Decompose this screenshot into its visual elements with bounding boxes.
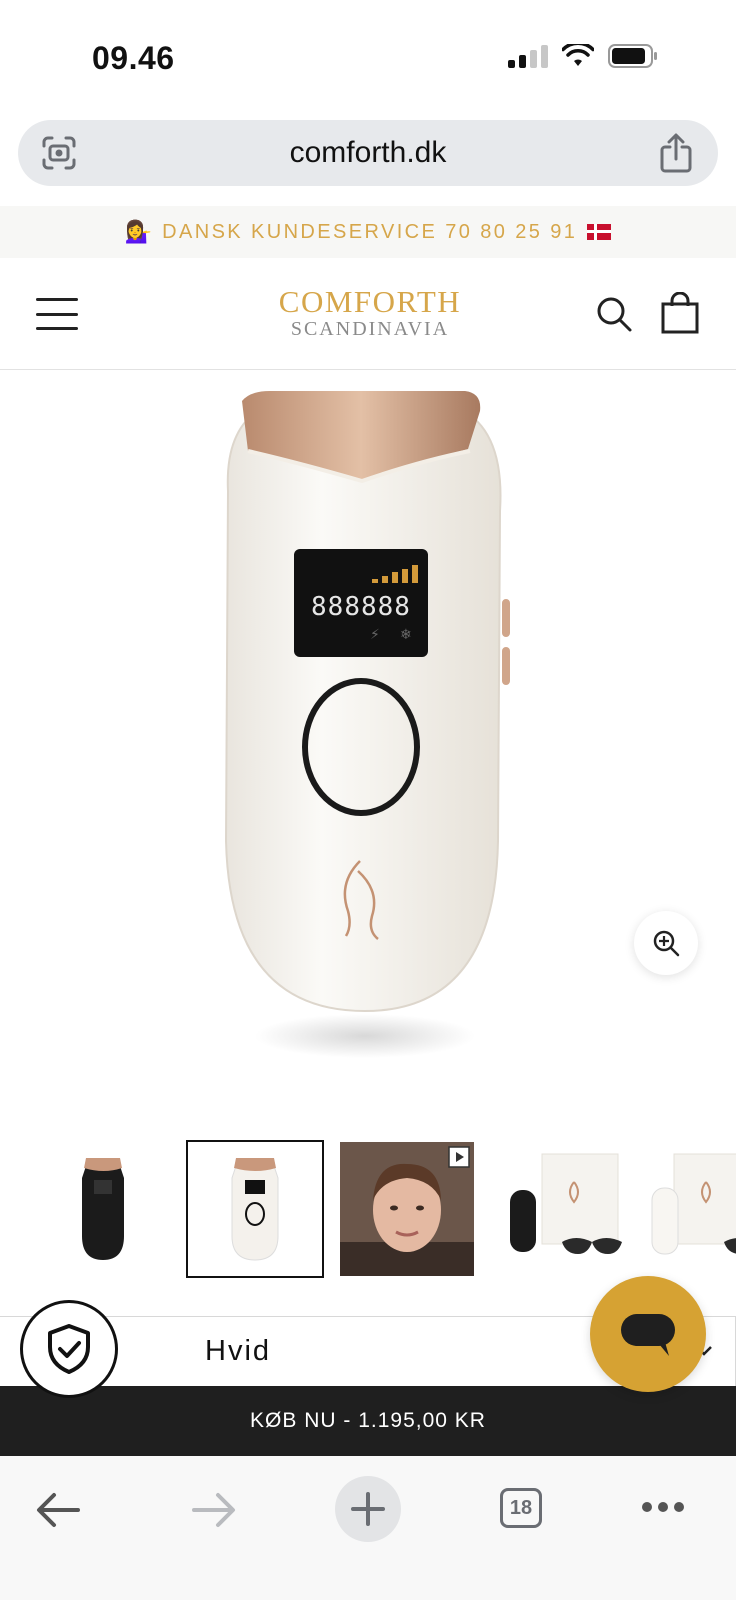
announcement-bar[interactable]: 💁‍♀️ DANSK KUNDESERVICE 70 80 25 91	[0, 206, 736, 258]
battery-icon	[608, 44, 657, 68]
buy-now-button[interactable]: KØB NU - 1.195,00 KR	[0, 1386, 736, 1456]
product-main-image[interactable]: 888888 ⚡ ❄	[0, 371, 736, 1095]
ipl-device-illustration: 888888 ⚡ ❄	[224, 391, 510, 1058]
share-icon[interactable]	[658, 133, 694, 178]
menu-icon[interactable]	[36, 298, 78, 330]
variant-selected-label: Hvid	[205, 1335, 272, 1367]
status-icons	[508, 44, 658, 68]
search-icon[interactable]	[594, 294, 634, 339]
page-scan-icon[interactable]	[40, 134, 78, 177]
chat-bubble-icon	[621, 1314, 675, 1356]
cellular-signal-icon	[508, 44, 548, 68]
svg-text:❄: ❄	[400, 627, 412, 643]
new-tab-button[interactable]	[335, 1476, 401, 1542]
video-play-icon	[448, 1146, 470, 1168]
thumbnail-device-with-box[interactable]	[492, 1142, 626, 1276]
announcement-text: DANSK KUNDESERVICE 70 80 25 91	[162, 220, 578, 243]
status-bar: 09.46	[0, 0, 736, 110]
thumbnail-black-device[interactable]	[36, 1142, 170, 1276]
thumbnail-video-review[interactable]	[340, 1142, 474, 1276]
zoom-in-icon	[653, 930, 680, 957]
plus-icon	[351, 1492, 385, 1526]
url-text: comforth.dk	[289, 136, 447, 169]
product-thumbnails	[0, 1132, 736, 1282]
site-header: COMFORTH SCANDINAVIA	[0, 258, 736, 370]
wifi-icon	[562, 44, 594, 66]
more-options-icon[interactable]	[640, 1500, 686, 1519]
trust-badge[interactable]	[20, 1300, 118, 1398]
tab-count: 18	[500, 1488, 542, 1528]
forward-arrow-icon[interactable]	[190, 1490, 238, 1535]
address-bar[interactable]: comforth.dk	[18, 120, 718, 186]
browser-toolbar: 18	[0, 1456, 736, 1600]
status-time: 09.46	[92, 40, 175, 76]
shield-check-icon	[48, 1324, 90, 1374]
support-person-icon: 💁‍♀️	[124, 219, 153, 244]
logo-sub-text: SCANDINAVIA	[290, 318, 450, 340]
chat-button[interactable]	[590, 1276, 706, 1392]
svg-text:⚡: ⚡	[370, 627, 380, 643]
site-logo[interactable]: COMFORTH SCANDINAVIA	[250, 284, 490, 341]
back-arrow-icon[interactable]	[34, 1490, 82, 1535]
logo-main-text: COMFORTH	[278, 284, 462, 319]
thumbnail-white-device[interactable]	[186, 1140, 324, 1278]
zoom-in-button[interactable]	[634, 911, 698, 975]
danish-flag-icon	[587, 224, 612, 240]
svg-text:888888: 888888	[311, 592, 411, 622]
thumbnail-white-device-box[interactable]	[644, 1142, 736, 1276]
cart-bag-icon[interactable]	[660, 291, 700, 339]
tabs-button[interactable]: 18	[500, 1488, 542, 1528]
buy-now-label: KØB NU - 1.195,00 KR	[250, 1409, 486, 1432]
